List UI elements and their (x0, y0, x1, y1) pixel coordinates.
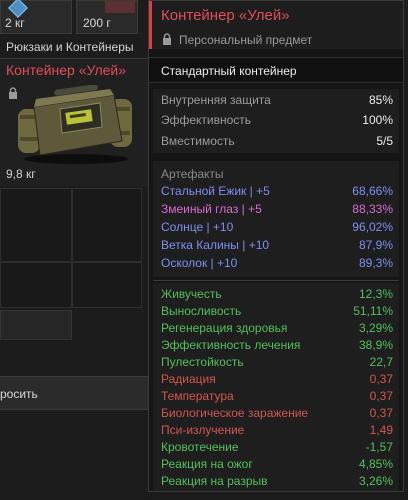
item-tooltip: Контейнер «Улей» Персональный предмет Ст… (148, 0, 404, 492)
effect-row: Кровотечение -1,57 (161, 440, 393, 457)
artifact-value: 96,02% (352, 220, 393, 234)
effect-value: 0,37 (369, 389, 393, 403)
stat-row: Эффективность 100% (161, 113, 393, 130)
container-case-icon (18, 85, 132, 164)
effect-value: -1,57 (365, 440, 393, 454)
category-title: Рюкзаки и Контейнеры (6, 40, 134, 54)
artifact-value: 88,33% (352, 202, 393, 216)
slot-weight: 2 кг (5, 16, 25, 30)
effect-label: Регенерация здоровья (161, 321, 288, 335)
artifact-value: 68,66% (352, 184, 393, 198)
effect-row: Радиация 0,37 (161, 372, 393, 389)
effect-value: 4,85% (358, 457, 393, 471)
artifact-row: Солнце | +10 96,02% (161, 220, 393, 237)
stat-row: Вместимость 5/5 (161, 134, 393, 151)
effect-value: 3,29% (358, 321, 393, 335)
effect-row: Реакция на ожог 4,85% (161, 457, 393, 474)
effect-row: Живучесть 12,3% (161, 287, 393, 304)
section-divider (153, 280, 399, 281)
effect-row: Пулестойкость 22,7 (161, 355, 393, 372)
selected-item-slot[interactable]: Контейнер «Улей» 9,8 кг (0, 58, 148, 186)
effect-value: 0,37 (369, 372, 393, 386)
artifacts-block: Артефакты Стальной Ежик | +5 68,66% Змеи… (153, 161, 399, 277)
artifact-row: Ветка Калины | +10 87,9% (161, 238, 393, 255)
artifact-label: Стальной Ежик | +5 (161, 184, 270, 198)
effect-value: 3,26% (358, 474, 393, 488)
effect-label: Биологическое заражение (161, 406, 309, 420)
stat-row: Внутренняя защита 85% (161, 93, 393, 110)
effect-label: Кровотечение (161, 440, 239, 454)
effect-label: Живучесть (161, 287, 222, 301)
artifact-row: Змеиный глаз | +5 88,33% (161, 202, 393, 219)
stat-label: Вместимость (161, 134, 235, 148)
stat-value: 100% (362, 113, 393, 127)
drop-button[interactable]: росить (0, 376, 148, 410)
item-type-row: Стандартный контейнер (149, 57, 403, 83)
effect-row: Биологическое заражение 0,37 (161, 406, 393, 423)
drop-button-label: росить (0, 387, 38, 401)
effect-row: Регенерация здоровья 3,29% (161, 321, 393, 338)
effects-block: Живучесть 12,3% Выносливость 51,11% Реге… (153, 283, 399, 491)
effect-label: Выносливость (161, 304, 242, 318)
inventory-cell[interactable] (72, 262, 142, 308)
tooltip-subtitle: Персональный предмет (179, 33, 313, 47)
stat-label: Внутренняя защита (161, 93, 271, 107)
inventory-spacer (0, 342, 148, 372)
effect-value: 12,3% (358, 287, 393, 301)
effect-row: Эффективность лечения 38,9% (161, 338, 393, 355)
slot-weight: 200 г (83, 16, 111, 30)
effect-label: Реакция на ожог (161, 457, 253, 471)
effect-row: Выносливость 51,11% (161, 304, 393, 321)
artifact-label: Ветка Калины | +10 (161, 238, 270, 252)
artifact-value: 89,3% (358, 256, 393, 270)
effect-label: Пулестойкость (161, 355, 244, 369)
inventory-cell[interactable] (72, 188, 142, 262)
inventory-slot-artifact[interactable]: 2 кг (0, 0, 72, 34)
artifacts-header: Артефакты (161, 167, 224, 181)
item-type: Стандартный контейнер (161, 64, 297, 78)
effect-value: 0,37 (369, 406, 393, 420)
stat-value: 85% (368, 93, 393, 107)
tooltip-title: Контейнер «Улей» (161, 7, 290, 24)
artifact-value: 87,9% (358, 238, 393, 252)
effect-label: Радиация (161, 372, 216, 386)
artifact-row: Осколок | +10 89,3% (161, 256, 393, 273)
selected-item-weight: 9,8 кг (6, 167, 36, 181)
item-thumbnail-icon (105, 1, 135, 13)
stat-value: 5/5 (376, 134, 393, 148)
artifact-label: Змеиный глаз | +5 (161, 202, 262, 216)
selected-item-name: Контейнер «Улей» (6, 62, 127, 78)
effect-row: Пси-излучение 1,49 (161, 423, 393, 440)
stat-label: Эффективность (161, 113, 252, 127)
effect-value: 38,9% (358, 338, 393, 352)
inventory-cell[interactable] (0, 188, 72, 262)
inventory-cell[interactable] (0, 262, 72, 308)
artifact-label: Осколок | +10 (161, 256, 238, 270)
lock-icon (163, 33, 171, 45)
effect-value: 22,7 (369, 355, 393, 369)
inventory-panel: 2 кг 200 г Рюкзаки и Контейнеры Контейне… (0, 0, 148, 500)
effect-row: Реакция на разрыв 3,26% (161, 474, 393, 491)
inventory-row[interactable] (0, 310, 72, 340)
effect-label: Реакция на разрыв (161, 474, 268, 488)
artifact-row: Стальной Ежик | +5 68,66% (161, 184, 393, 201)
effect-value: 51,11% (353, 304, 393, 318)
effect-label: Температура (161, 389, 234, 403)
base-stats-block: Внутренняя защита 85% Эффективность 100%… (153, 89, 399, 153)
effect-label: Пси-излучение (161, 423, 245, 437)
effect-label: Эффективность лечения (161, 338, 301, 352)
effect-row: Температура 0,37 (161, 389, 393, 406)
artifact-label: Солнце | +10 (161, 220, 234, 234)
inventory-slot-item[interactable]: 200 г (76, 0, 138, 34)
effect-value: 1,49 (369, 423, 393, 437)
tooltip-accent-bar (149, 1, 152, 49)
